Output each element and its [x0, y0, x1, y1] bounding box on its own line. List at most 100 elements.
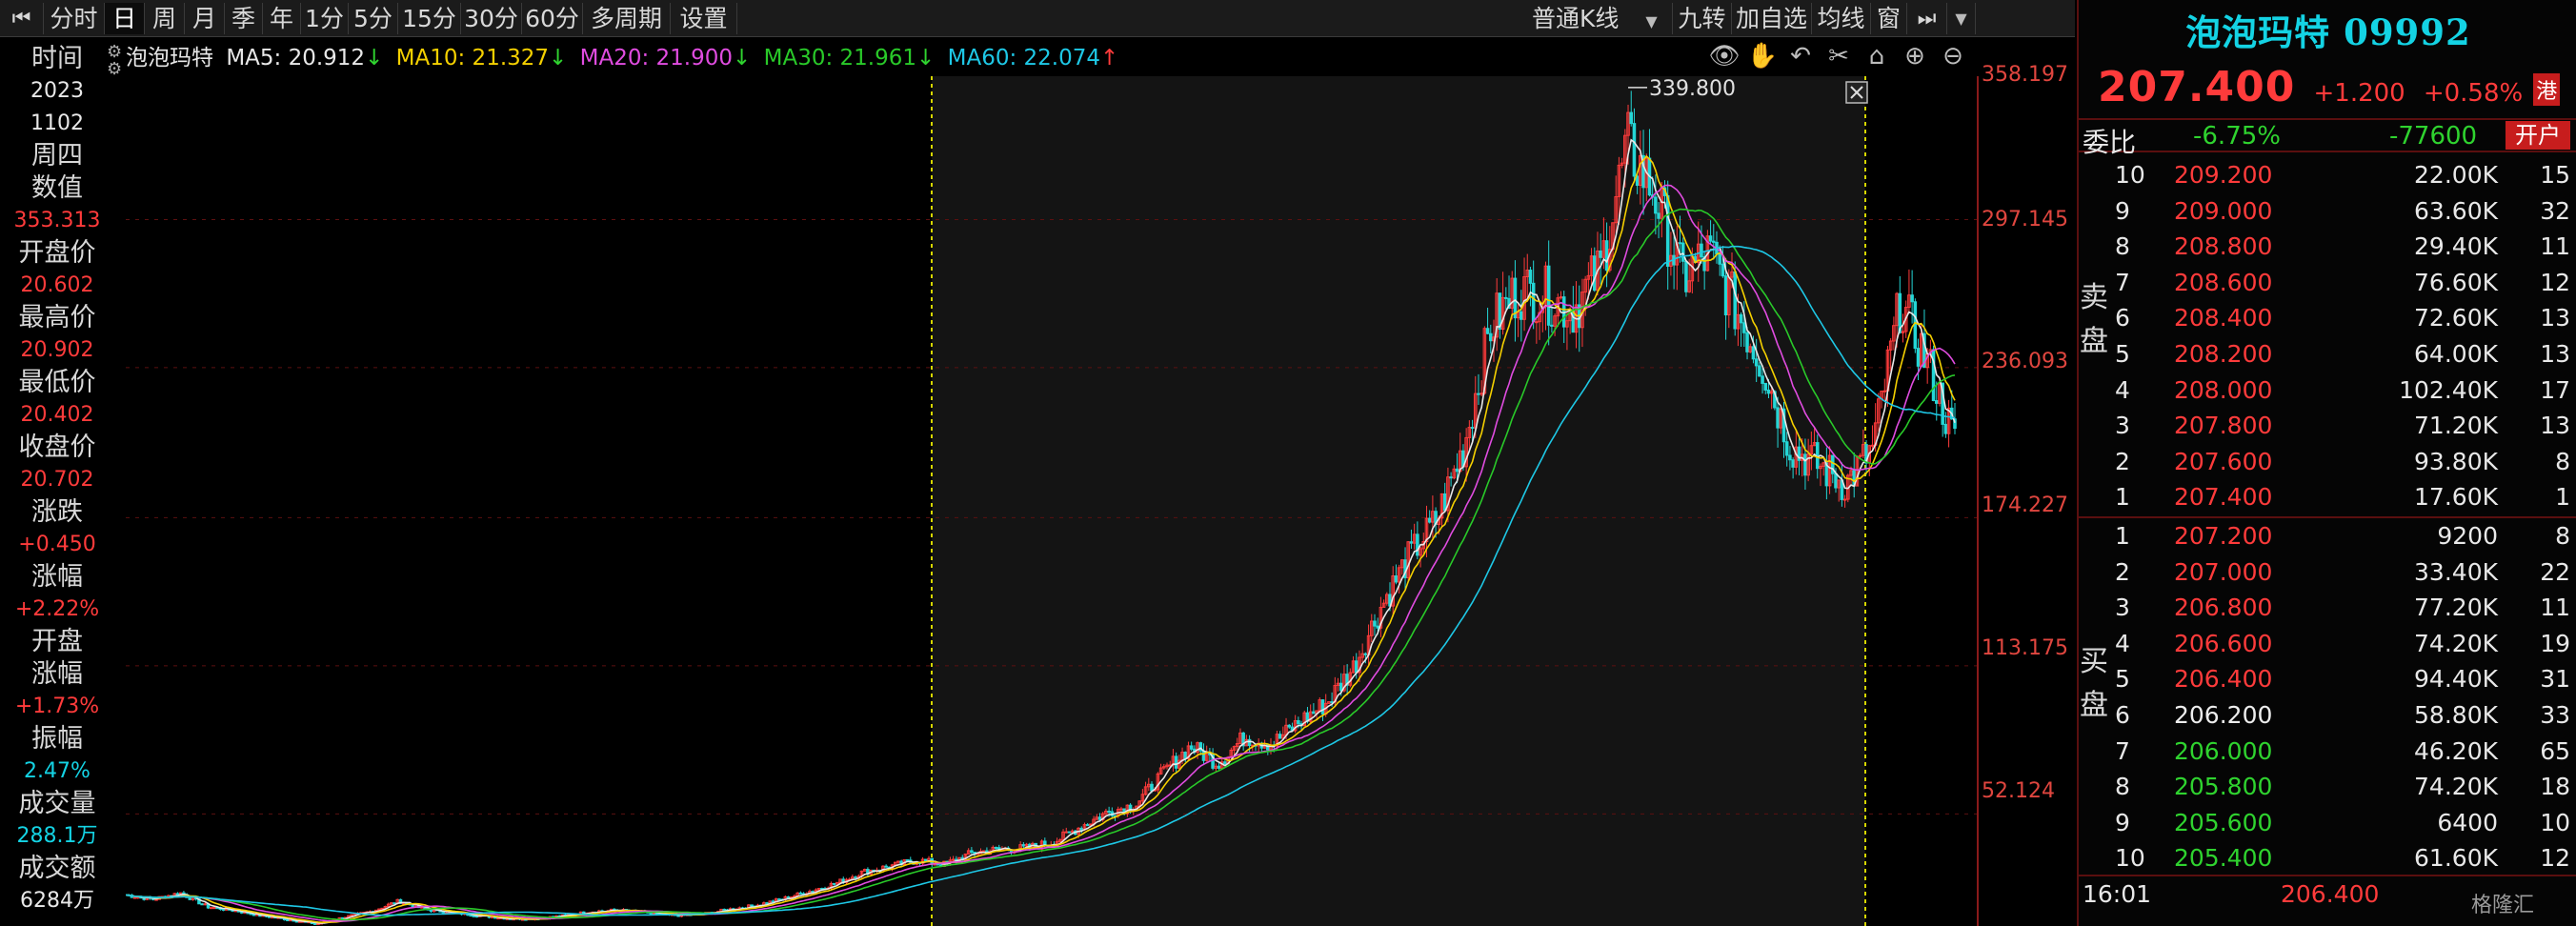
bid-row[interactable]: 8 205.800 74.20K 18	[2111, 769, 2576, 805]
bid-row[interactable]: 1 207.200 9200 8	[2111, 518, 2576, 554]
candle-body	[1654, 196, 1658, 214]
tab-intraday[interactable]: 分时	[44, 3, 105, 34]
window-button[interactable]: 窗	[1871, 3, 1907, 34]
price: 208.400	[2174, 304, 2273, 332]
candle-body	[970, 850, 974, 854]
candle-body	[1784, 441, 1789, 456]
last-price: 207.400	[2098, 63, 2296, 111]
ask-row[interactable]: 10 209.200 22.00K 15	[2111, 157, 2576, 193]
bid-row[interactable]: 2 207.000 33.40K 22	[2111, 554, 2576, 591]
change-value: +0.450	[18, 533, 96, 556]
bid-row[interactable]: 7 206.000 46.20K 65	[2111, 734, 2576, 770]
zoom-out-icon[interactable]: ⊖	[1934, 42, 1972, 70]
order-count: 33	[2540, 701, 2570, 729]
order-count: 10	[2540, 808, 2570, 836]
ask-row[interactable]: 4 208.000 102.40K 17	[2111, 372, 2576, 409]
price: 205.600	[2174, 808, 2273, 836]
nine-turn-button[interactable]: 九转	[1673, 3, 1732, 34]
hand-icon[interactable]: ✋	[1743, 42, 1781, 70]
divider	[2079, 875, 2576, 876]
tab-1min[interactable]: 1分	[301, 3, 349, 34]
order-count: 11	[2540, 594, 2570, 622]
tab-multi-period[interactable]: 多周期	[583, 3, 671, 34]
high-value: 20.902	[20, 338, 94, 362]
candle-body	[1635, 175, 1640, 186]
candle-body	[286, 918, 290, 921]
year-value: 2023	[30, 79, 84, 103]
moving-average-button[interactable]: 均线	[1812, 3, 1871, 34]
price: 206.600	[2174, 629, 2273, 657]
bid-row[interactable]: 5 206.400 94.40K 31	[2111, 661, 2576, 697]
volume: 94.40K	[2414, 665, 2498, 694]
candle-body	[1910, 294, 1914, 303]
tab-monthly[interactable]: 月	[185, 3, 225, 34]
lock-icon[interactable]: ⌂	[1858, 42, 1896, 70]
quote-panel: 泡泡玛特 09992 207.400 +1.200 +0.58% 港 委比 -6…	[2077, 0, 2576, 926]
tab-60min[interactable]: 60分	[522, 3, 583, 34]
candle-body	[429, 909, 433, 913]
tab-30min[interactable]: 30分	[461, 3, 522, 34]
bid-row[interactable]: 9 205.600 6400 10	[2111, 805, 2576, 841]
expand-right-icon[interactable]: ⏭	[1907, 3, 1947, 34]
candle-body	[1528, 270, 1533, 284]
price: 206.400	[2174, 665, 2273, 694]
bid-row[interactable]: 4 206.600 74.20K 19	[2111, 626, 2576, 662]
candle-body	[289, 919, 292, 922]
tab-yearly[interactable]: 年	[263, 3, 301, 34]
stock-name: 泡泡玛特	[126, 46, 213, 70]
order-count: 1	[2555, 483, 2570, 512]
scissors-icon[interactable]: ✂	[1820, 42, 1858, 70]
ask-row[interactable]: 9 209.000 63.60K 32	[2111, 193, 2576, 230]
volume: 72.60K	[2414, 304, 2498, 332]
tab-15min[interactable]: 15分	[398, 3, 461, 34]
highlight-region	[932, 76, 1865, 926]
tab-daily[interactable]: 日	[105, 3, 145, 34]
candle-body	[981, 850, 986, 853]
candle-body	[1834, 473, 1838, 489]
open-account-button[interactable]: 开户	[2506, 121, 2570, 150]
order-count: 11	[2540, 232, 2570, 261]
kline-type-select[interactable]: 普通K线 ▼	[1475, 3, 1673, 34]
eye-icon[interactable]: 👁	[1705, 42, 1743, 70]
volume: 9200	[2437, 522, 2498, 550]
ask-row[interactable]: 3 207.800 71.20K 13	[2111, 408, 2576, 444]
price: 205.800	[2174, 773, 2273, 801]
candle-body	[1189, 745, 1194, 750]
ask-row[interactable]: 1 207.400 17.60K 1	[2111, 479, 2576, 515]
volume: 22.00K	[2414, 161, 2498, 189]
ma-legend: 泡泡玛特 MA5: 20.912↓ MA10: 21.327↓ MA20: 21…	[126, 39, 1124, 77]
ask-row[interactable]: 8 208.800 29.40K 11	[2111, 229, 2576, 265]
zoom-in-icon[interactable]: ⊕	[1896, 42, 1934, 70]
ask-row[interactable]: 6 208.400 72.60K 13	[2111, 300, 2576, 336]
volume: 77.20K	[2414, 594, 2498, 622]
level: 7	[2115, 736, 2130, 765]
candle-body	[1723, 275, 1728, 316]
tab-settings[interactable]: 设置	[671, 3, 737, 34]
collapse-left-icon[interactable]: ⏮	[0, 3, 44, 34]
add-watchlist-button[interactable]: 加自选	[1732, 3, 1812, 34]
kline-chart[interactable]: 339.8008.655	[126, 76, 1982, 926]
order-count: 13	[2540, 304, 2570, 332]
candle-body	[1107, 810, 1111, 813]
tab-weekly[interactable]: 周	[145, 3, 185, 34]
bid-row[interactable]: 3 206.800 77.20K 11	[2111, 590, 2576, 626]
ask-row[interactable]: 5 208.200 64.00K 13	[2111, 336, 2576, 372]
price: 208.600	[2174, 268, 2273, 296]
amplitude-label: 振幅	[31, 724, 83, 754]
price: 207.200	[2174, 522, 2273, 550]
tab-quarterly[interactable]: 季	[225, 3, 263, 34]
undo-icon[interactable]: ↶	[1781, 42, 1820, 70]
chevron-down-icon[interactable]: ▼	[1947, 3, 1976, 34]
candle-body	[750, 904, 754, 907]
volume: 58.80K	[2414, 701, 2498, 729]
ask-row[interactable]: 2 207.600 93.80K 8	[2111, 444, 2576, 480]
bid-row[interactable]: 10 205.400 61.60K 12	[2111, 840, 2576, 876]
candle-body	[1733, 271, 1737, 330]
price: 208.000	[2174, 375, 2273, 404]
tab-5min[interactable]: 5分	[349, 3, 398, 34]
ask-row[interactable]: 7 208.600 76.60K 12	[2111, 265, 2576, 301]
level: 6	[2115, 701, 2130, 729]
level: 10	[2115, 161, 2145, 189]
low-value: 20.402	[20, 403, 94, 427]
bid-row[interactable]: 6 206.200 58.80K 33	[2111, 697, 2576, 734]
